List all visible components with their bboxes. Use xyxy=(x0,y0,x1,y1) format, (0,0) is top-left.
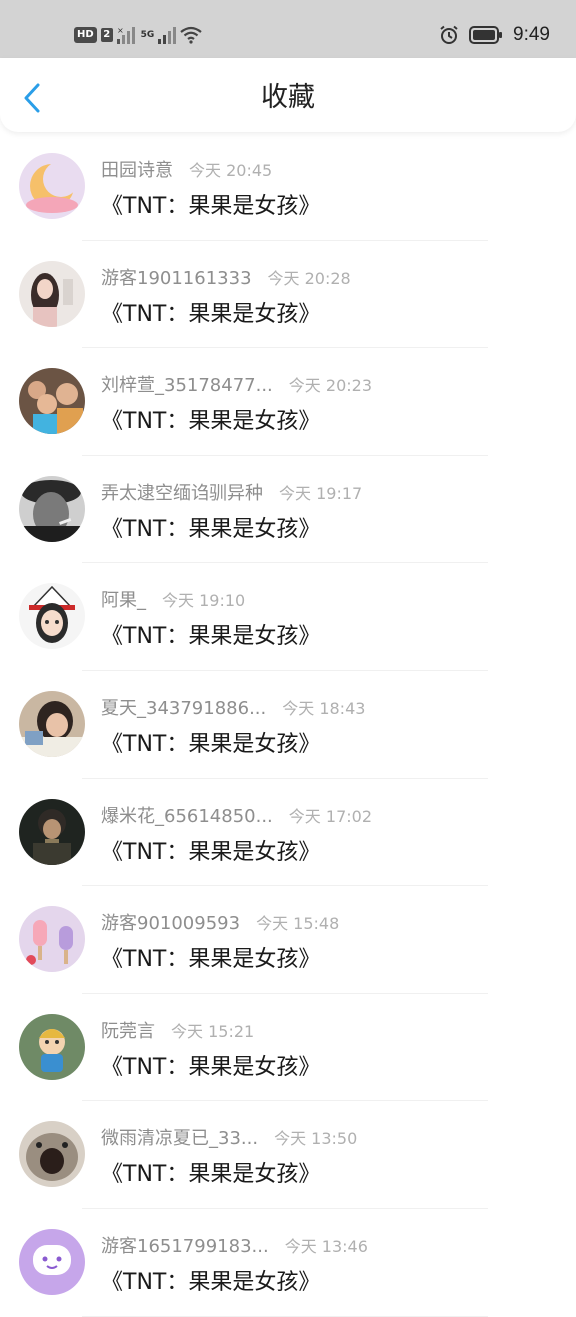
item-title: 《TNT：果果是女孩》 xyxy=(101,1054,321,1080)
status-right: 9:49 xyxy=(439,20,550,50)
svg-text:×: × xyxy=(117,26,124,35)
timestamp: 今天 20:28 xyxy=(267,268,351,288)
username: 爆米花_65614850... xyxy=(101,805,273,827)
wifi-icon xyxy=(180,26,203,44)
timestamp: 今天 19:10 xyxy=(162,591,246,611)
status-left: HD 2 × 5G xyxy=(74,20,203,50)
item-title: 《TNT：果果是女孩》 xyxy=(101,409,321,435)
bw-man-avatar[interactable] xyxy=(19,475,85,542)
cartoon-kid-avatar[interactable] xyxy=(19,1013,85,1080)
list-item[interactable]: 刘梓萱_35178477... 今天 20:23 《TNT：果果是女孩》 xyxy=(0,348,576,456)
list-item[interactable]: 田园诗意 今天 20:45 《TNT：果果是女孩》 xyxy=(0,133,576,241)
timestamp: 今天 19:17 xyxy=(279,483,363,503)
item-title: 《TNT：果果是女孩》 xyxy=(101,301,321,327)
timestamp: 今天 17:02 xyxy=(288,806,372,826)
username: 游客1651799183... xyxy=(101,1235,269,1257)
signal-icon xyxy=(158,27,177,44)
username: 游客901009593 xyxy=(101,913,241,935)
moon-avatar[interactable] xyxy=(19,153,85,219)
username: 田园诗意 xyxy=(101,160,173,181)
item-title: 《TNT：果果是女孩》 xyxy=(101,947,321,973)
status-bar: HD 2 × 5G 9:49 xyxy=(0,0,576,58)
item-title: 《TNT：果果是女孩》 xyxy=(101,731,321,757)
anime-witch-avatar[interactable] xyxy=(19,583,85,650)
list-item[interactable]: 夏天_343791886... 今天 18:43 《TNT：果果是女孩》 xyxy=(0,671,576,779)
dark-portrait-avatar[interactable] xyxy=(19,798,85,865)
alarm-icon xyxy=(440,25,458,44)
timestamp: 今天 20:45 xyxy=(189,161,273,180)
screaming-cat-avatar[interactable] xyxy=(19,1121,85,1188)
item-title: 《TNT：果果是女孩》 xyxy=(101,194,321,219)
ice-cream-avatar[interactable] xyxy=(19,906,85,973)
list-item[interactable]: 阮莞言 今天 15:21 《TNT：果果是女孩》 xyxy=(0,994,576,1102)
username: 阿果_ xyxy=(101,590,146,612)
username: 夏天_343791886... xyxy=(101,697,267,719)
girl-photo-avatar[interactable] xyxy=(19,260,85,327)
family-photo-avatar[interactable] xyxy=(19,368,85,435)
timestamp: 今天 20:23 xyxy=(288,376,372,396)
list-item[interactable]: 爆米花_65614850... 今天 17:02 《TNT：果果是女孩》 xyxy=(0,779,576,887)
list-item[interactable]: 游客1901161333 今天 20:28 《TNT：果果是女孩》 xyxy=(0,241,576,349)
timestamp: 今天 15:48 xyxy=(256,914,340,934)
username: 游客1901161333 xyxy=(101,267,252,289)
timestamp: 今天 18:43 xyxy=(282,698,366,718)
item-title: 《TNT：果果是女孩》 xyxy=(101,516,321,542)
sim-indicator: 2 xyxy=(100,28,113,42)
username: 弄太逮空缅诌驯异种 xyxy=(101,482,263,504)
list-item[interactable]: 游客901009593 今天 15:48 《TNT：果果是女孩》 xyxy=(0,886,576,994)
signal-icon: × xyxy=(116,26,135,44)
student-photo-avatar[interactable] xyxy=(19,690,85,757)
username: 刘梓萱_35178477... xyxy=(101,375,273,397)
item-title: 《TNT：果果是女孩》 xyxy=(101,624,321,650)
timestamp: 今天 13:50 xyxy=(274,1129,358,1149)
clock: 9:49 xyxy=(513,24,550,45)
timestamp: 今天 13:46 xyxy=(284,1236,368,1256)
list-item[interactable]: 弄太逮空缅诌驯异种 今天 19:17 《TNT：果果是女孩》 xyxy=(0,456,576,564)
list-item[interactable]: 微雨清凉夏已_33... 今天 13:50 《TNT：果果是女孩》 xyxy=(0,1101,576,1209)
username: 阮莞言 xyxy=(101,1020,155,1042)
item-title: 《TNT：果果是女孩》 xyxy=(101,1162,321,1188)
list-item[interactable]: 游客1651799183... 今天 13:46 《TNT：果果是女孩》 xyxy=(0,1209,576,1317)
hd-indicator: HD xyxy=(74,27,97,43)
network-type: 5G xyxy=(140,30,155,40)
battery-icon xyxy=(469,26,503,44)
item-title: 《TNT：果果是女孩》 xyxy=(101,839,321,865)
list-item[interactable]: 阿果_ 今天 19:10 《TNT：果果是女孩》 xyxy=(0,563,576,671)
page-title: 收藏 xyxy=(261,82,315,113)
purple-face-avatar[interactable] xyxy=(19,1228,85,1295)
favorites-list: 田园诗意 今天 20:45 《TNT：果果是女孩》 游客1901161333 今… xyxy=(0,133,576,1317)
nav-bar: 收藏 xyxy=(0,58,576,132)
timestamp: 今天 15:21 xyxy=(171,1021,255,1041)
username: 微雨清凉夏已_33... xyxy=(101,1128,259,1150)
